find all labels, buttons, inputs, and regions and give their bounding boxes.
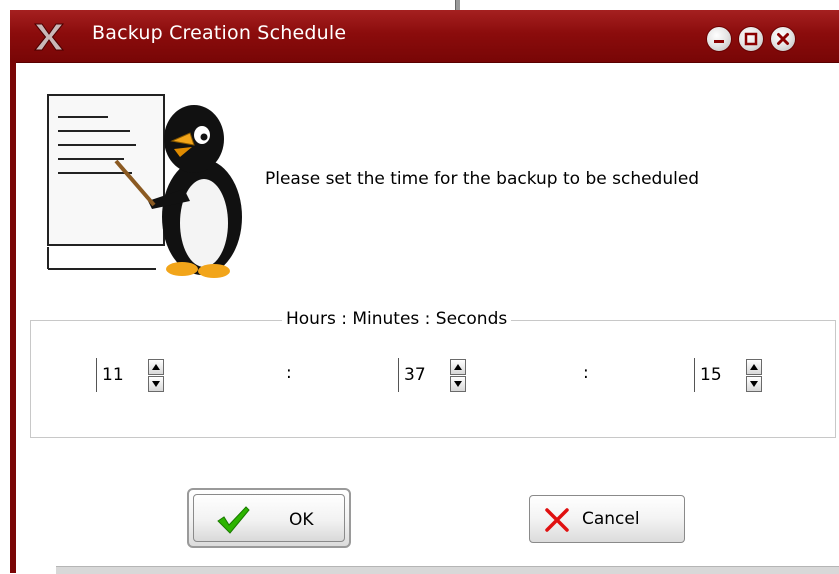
desktop-edge (0, 0, 10, 573)
hours-increment-button[interactable] (148, 359, 164, 375)
minutes-increment-button[interactable] (450, 359, 466, 375)
minimize-icon[interactable] (706, 26, 732, 52)
minutes-spinbox[interactable]: 37 (398, 358, 472, 394)
title-bar[interactable]: Backup Creation Schedule (10, 10, 839, 63)
checkmark-icon (216, 505, 250, 540)
window-title: Backup Creation Schedule (92, 22, 347, 44)
hours-input[interactable]: 11 (96, 358, 144, 392)
seconds-decrement-button[interactable] (746, 376, 762, 392)
ok-button-face[interactable]: OK (193, 494, 345, 542)
maximize-icon[interactable] (738, 26, 764, 52)
cancel-label: Cancel (582, 509, 640, 529)
seconds-input[interactable]: 15 (694, 358, 742, 392)
close-icon[interactable] (770, 26, 796, 52)
ok-label: OK (289, 510, 314, 530)
hours-decrement-button[interactable] (148, 376, 164, 392)
cancel-button[interactable]: Cancel (529, 495, 685, 543)
seconds-increment-button[interactable] (746, 359, 762, 375)
x-logo-icon[interactable] (32, 22, 66, 52)
ok-button[interactable]: OK (187, 488, 351, 548)
schedule-prompt: Please set the time for the backup to be… (265, 169, 700, 189)
hours-spinbox[interactable]: 11 (96, 358, 170, 394)
minutes-decrement-button[interactable] (450, 376, 466, 392)
time-group-legend: Hours : Minutes : Seconds (282, 309, 512, 329)
x-mark-icon (544, 507, 570, 538)
time-separator: : (583, 363, 589, 383)
desktop-background (0, 0, 839, 10)
backup-schedule-dialog: Backup Creation Schedule Please set the … (10, 10, 839, 574)
penguin-presenting-icon (44, 91, 260, 279)
dialog-content: Please set the time for the backup to be… (16, 63, 839, 574)
seconds-spinbox[interactable]: 15 (694, 358, 768, 394)
minutes-input[interactable]: 37 (398, 358, 446, 392)
time-separator: : (286, 363, 292, 383)
